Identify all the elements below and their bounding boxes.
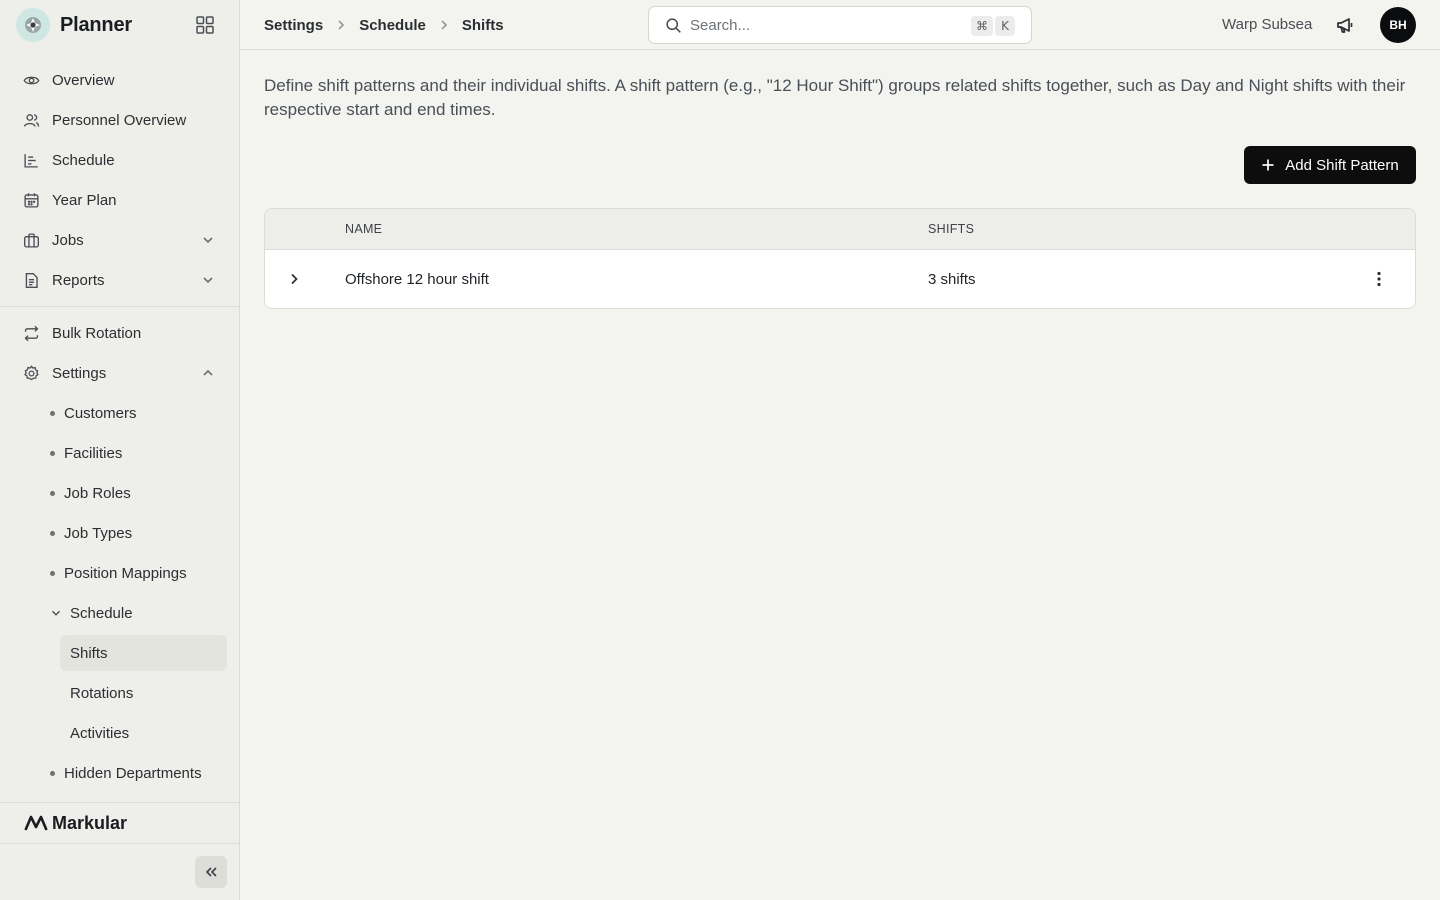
sidebar-item-label: Jobs <box>52 231 84 249</box>
sidebar-item-label: Rotations <box>70 684 134 702</box>
apps-grid-button[interactable] <box>192 13 218 37</box>
sidebar-item-label: Job Types <box>64 524 133 542</box>
sidebar-item-job-roles[interactable]: Job Roles <box>40 476 228 510</box>
sidebar-item-label: Bulk Rotation <box>52 324 142 342</box>
add-shift-pattern-button[interactable]: Add Shift Pattern <box>1244 146 1416 184</box>
collapse-sidebar-button[interactable] <box>195 856 227 888</box>
shift-patterns-table: NAME SHIFTS Offshore 12 hour shift 3 shi… <box>264 208 1416 309</box>
search-box[interactable]: ⌘ K <box>648 6 1032 44</box>
avatar[interactable]: BH <box>1380 7 1416 43</box>
sidebar-divider <box>0 843 239 844</box>
sidebar-item-label: Facilities <box>64 444 123 462</box>
megaphone-icon <box>1337 18 1353 33</box>
breadcrumb-shifts: Shifts <box>461 16 504 34</box>
bullet-icon <box>50 490 55 496</box>
gear-icon <box>22 364 40 382</box>
calendar-icon <box>22 191 40 209</box>
sidebar-divider <box>0 802 239 803</box>
announcements-button[interactable] <box>1334 14 1356 36</box>
expand-row-button[interactable] <box>285 270 303 288</box>
shortcut-key-k: K <box>995 16 1015 36</box>
sidebar-item-schedule-group[interactable]: Schedule <box>40 596 228 630</box>
chevron-right-icon <box>335 19 347 31</box>
briefcase-icon <box>22 231 40 249</box>
sidebar-item-customers[interactable]: Customers <box>40 396 228 430</box>
sidebar-item-label: Activities <box>70 724 130 742</box>
document-icon <box>22 271 40 289</box>
footer-brand-name: Markular <box>52 812 128 833</box>
table-header: NAME SHIFTS <box>265 209 1415 250</box>
footer-brand: Markular <box>24 812 127 834</box>
sidebar-item-year-plan[interactable]: Year Plan <box>12 183 228 217</box>
table-row[interactable]: Offshore 12 hour shift 3 shifts <box>265 250 1415 308</box>
sidebar-item-label: Overview <box>52 71 115 89</box>
sidebar-item-position-mappings[interactable]: Position Mappings <box>40 556 228 590</box>
organization-name[interactable]: Warp Subsea <box>1222 16 1312 33</box>
bullet-icon <box>50 570 55 576</box>
planner-logo-icon <box>16 8 50 42</box>
column-header-shifts[interactable]: SHIFTS <box>928 222 974 236</box>
add-shift-pattern-label: Add Shift Pattern <box>1285 156 1399 174</box>
topbar: Settings Schedule Shifts ⌘ K Warp Subsea… <box>240 0 1440 50</box>
sidebar-item-label: Position Mappings <box>64 564 187 582</box>
sidebar-item-overview[interactable]: Overview <box>12 63 228 97</box>
sidebar-item-label: Hidden Departments <box>64 764 202 782</box>
breadcrumb-settings[interactable]: Settings <box>264 17 323 34</box>
bullet-icon <box>50 530 55 536</box>
sidebar-item-settings[interactable]: Settings <box>12 356 228 390</box>
sidebar-item-label: Schedule <box>70 604 133 622</box>
chevron-down-icon <box>203 237 213 244</box>
sidebar-item-facilities[interactable]: Facilities <box>40 436 228 470</box>
sidebar-item-label: Reports <box>52 271 105 289</box>
sidebar-item-label: Schedule <box>52 151 115 169</box>
markular-logo-icon <box>24 815 48 831</box>
app-brand[interactable]: Planner <box>16 8 132 42</box>
sidebar-divider <box>0 306 239 307</box>
row-actions-button[interactable] <box>1369 268 1389 290</box>
sidebar-item-activities[interactable]: Activities <box>60 715 227 751</box>
shift-pattern-name: Offshore 12 hour shift <box>345 271 489 288</box>
repeat-icon <box>22 324 40 342</box>
shift-count: 3 shifts <box>928 271 976 288</box>
sidebar-item-label: Year Plan <box>52 191 117 209</box>
breadcrumb-schedule[interactable]: Schedule <box>359 17 426 34</box>
chevron-down-icon <box>203 277 213 284</box>
search-input[interactable] <box>690 16 950 34</box>
bullet-icon <box>50 770 55 776</box>
chevrons-left-icon <box>205 867 217 877</box>
chevron-right-icon <box>438 19 450 31</box>
shortcut-key-cmd: ⌘ <box>971 16 993 36</box>
sidebar-item-label: Job Roles <box>64 484 131 502</box>
app-name: Planner <box>60 13 132 36</box>
sidebar-item-bulk-rotation[interactable]: Bulk Rotation <box>12 316 228 350</box>
sidebar-item-label: Settings <box>52 364 107 382</box>
sidebar-item-label: Customers <box>64 404 137 422</box>
page-description: Define shift patterns and their individu… <box>264 76 1406 119</box>
sidebar-item-label: Shifts <box>70 644 108 662</box>
grid-icon <box>196 16 214 34</box>
users-icon <box>22 111 40 129</box>
chevron-up-icon <box>203 369 213 376</box>
chevron-right-icon <box>291 273 298 285</box>
chevron-down-icon <box>52 610 60 616</box>
sidebar-item-jobs[interactable]: Jobs <box>12 223 228 257</box>
sidebar-item-reports[interactable]: Reports <box>12 263 228 297</box>
bar-chart-icon <box>22 151 40 169</box>
plus-icon <box>1261 158 1275 172</box>
sidebar-item-schedule[interactable]: Schedule <box>12 143 228 177</box>
bullet-icon <box>50 450 55 456</box>
sidebar-item-shifts[interactable]: Shifts <box>60 635 227 671</box>
sidebar-item-job-types[interactable]: Job Types <box>40 516 228 550</box>
bullet-icon <box>50 410 55 416</box>
more-vertical-icon <box>1377 271 1381 287</box>
sidebar-item-hidden-departments[interactable]: Hidden Departments <box>40 756 228 790</box>
sidebar-item-label: Personnel Overview <box>52 111 187 129</box>
sidebar: Planner Overview Personnel Overview Sche… <box>0 0 240 900</box>
eye-icon <box>22 71 40 89</box>
search-icon <box>665 17 682 34</box>
breadcrumb: Settings Schedule Shifts <box>264 15 504 35</box>
sidebar-item-personnel-overview[interactable]: Personnel Overview <box>12 103 228 137</box>
column-header-name[interactable]: NAME <box>345 222 382 236</box>
sidebar-item-rotations[interactable]: Rotations <box>60 675 227 711</box>
